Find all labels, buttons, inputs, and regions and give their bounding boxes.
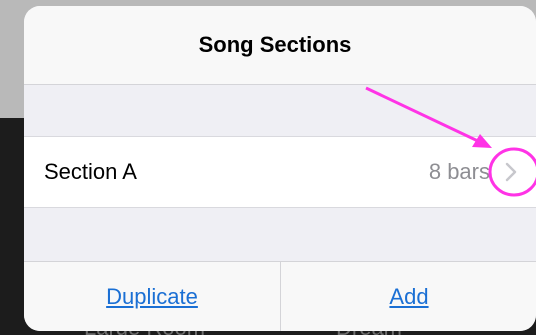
add-button[interactable]: Add <box>281 262 536 331</box>
screen: Large Room Dream Song Sections Section A… <box>0 0 536 335</box>
duplicate-button[interactable]: Duplicate <box>24 262 280 331</box>
section-length: 8 bars <box>428 159 490 184</box>
section-name: Section A <box>44 159 137 184</box>
popover-title: Song Sections <box>198 32 352 57</box>
section-row[interactable]: Section A 8 bars <box>24 136 536 208</box>
song-sections-popover: Song Sections Section A 8 bars Duplicate… <box>24 6 536 331</box>
chevron-right-icon[interactable] <box>500 159 522 185</box>
popover-toolbar: Duplicate Add <box>24 261 536 331</box>
popover-nav-bar: Song Sections <box>24 6 536 85</box>
